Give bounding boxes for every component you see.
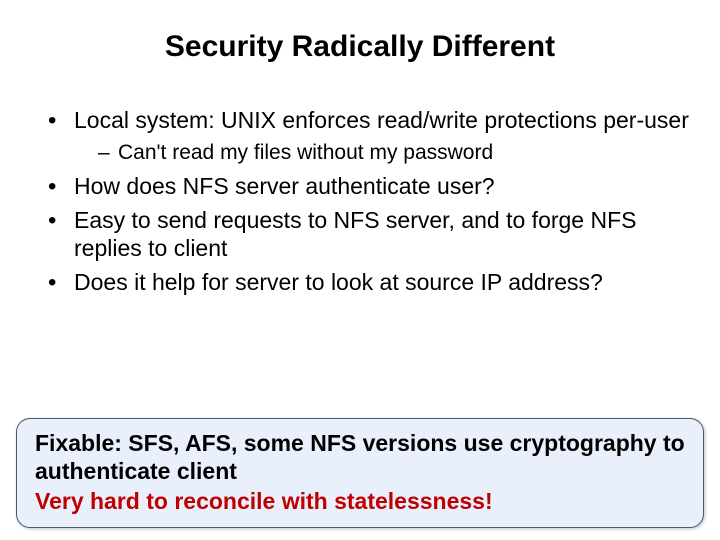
callout-line-2: Very hard to reconcile with statelessnes… <box>35 487 685 515</box>
bullet-text: Local system: UNIX enforces read/write p… <box>74 107 689 133</box>
bullet-list: Local system: UNIX enforces read/write p… <box>28 106 692 296</box>
list-item: Does it help for server to look at sourc… <box>48 268 692 296</box>
list-item: How does NFS server authenticate user? <box>48 172 692 200</box>
callout-box: Fixable: SFS, AFS, some NFS versions use… <box>16 418 704 528</box>
list-item: Local system: UNIX enforces read/write p… <box>48 106 692 166</box>
callout-line-1: Fixable: SFS, AFS, some NFS versions use… <box>35 429 685 485</box>
sub-list: Can't read my files without my password <box>74 140 692 166</box>
bullet-text: Does it help for server to look at sourc… <box>74 269 603 295</box>
list-item: Easy to send requests to NFS server, and… <box>48 206 692 262</box>
sub-bullet-text: Can't read my files without my password <box>118 141 493 164</box>
sub-list-item: Can't read my files without my password <box>98 140 692 166</box>
slide-title: Security Radically Different <box>28 30 692 64</box>
bullet-text: Easy to send requests to NFS server, and… <box>74 207 637 261</box>
bullet-text: How does NFS server authenticate user? <box>74 173 495 199</box>
